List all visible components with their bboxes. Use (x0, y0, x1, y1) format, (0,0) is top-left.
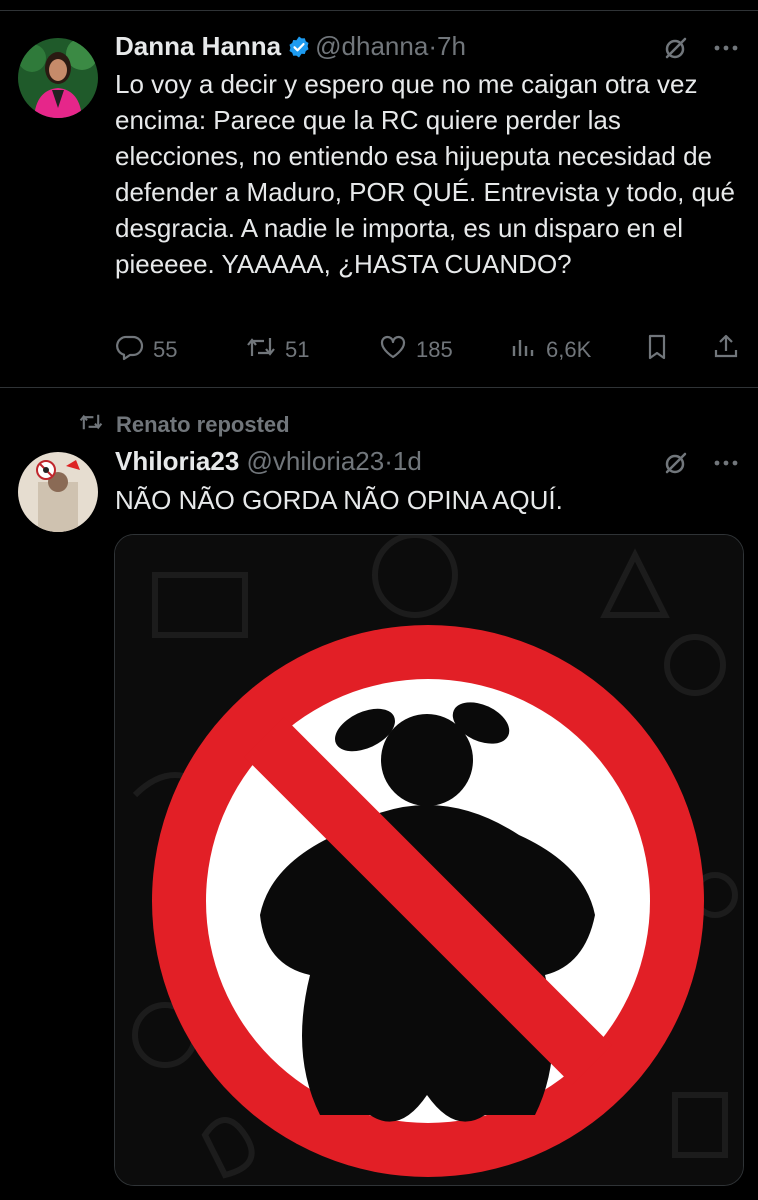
views-count: 6,6K (546, 337, 592, 362)
user-handle[interactable]: @vhiloria23 (247, 446, 385, 476)
more-options-icon[interactable] (712, 34, 740, 67)
repost-indicator[interactable]: Renato reposted (78, 410, 290, 440)
header-icons (662, 34, 740, 67)
repost-count: 51 (285, 337, 310, 362)
views-button[interactable]: 6,6K (510, 332, 591, 368)
prohibition-sign-image (115, 535, 743, 1185)
tweet-header: Danna Hanna @dhanna·7h (115, 30, 466, 66)
timestamp[interactable]: 7h (437, 31, 466, 61)
grok-icon[interactable] (662, 34, 690, 67)
bookmark-icon (642, 332, 672, 368)
like-count: 185 (416, 337, 453, 362)
repost-icon (78, 410, 104, 440)
tweet-header: Vhiloria23 @vhiloria23·1d (115, 445, 422, 477)
action-bar: 55 51 185 6,6K (115, 332, 741, 368)
reply-button[interactable]: 55 (115, 332, 177, 368)
heart-icon (378, 332, 408, 368)
grok-icon[interactable] (662, 449, 690, 482)
repost-icon (245, 332, 277, 368)
tweet-image[interactable] (114, 534, 744, 1186)
repost-button[interactable]: 51 (245, 332, 309, 368)
timestamp[interactable]: 1d (393, 446, 422, 476)
share-button[interactable] (711, 332, 741, 368)
display-name[interactable]: Vhiloria23 (115, 446, 239, 476)
separator-dot: · (428, 31, 437, 61)
tweet-text: Lo voy a decir y espero que no me caigan… (115, 69, 735, 279)
top-divider (0, 10, 758, 11)
avatar[interactable] (18, 452, 98, 532)
user-handle[interactable]: @dhanna (315, 31, 428, 61)
display-name[interactable]: Danna Hanna (115, 31, 281, 61)
header-icons (662, 449, 740, 482)
bookmark-button[interactable] (642, 332, 672, 368)
reply-count: 55 (153, 337, 178, 362)
avatar[interactable] (18, 38, 98, 118)
reply-icon (115, 332, 145, 368)
like-button[interactable]: 185 (378, 332, 453, 368)
views-icon (510, 332, 538, 368)
tweet-text: NÃO NÃO GORDA NÃO OPINA AQUÍ. (115, 485, 563, 515)
separator-dot: · (384, 446, 393, 476)
verified-badge-icon (287, 34, 311, 66)
tweet-vhiloria23[interactable]: Renato reposted Vhiloria23 @vhiloria23·1… (0, 388, 758, 1200)
repost-label: Renato reposted (116, 412, 290, 437)
tweet-danna-hanna[interactable]: Danna Hanna @dhanna·7h Lo voy a decir y e… (0, 12, 758, 388)
more-options-icon[interactable] (712, 449, 740, 482)
share-icon (711, 332, 741, 368)
